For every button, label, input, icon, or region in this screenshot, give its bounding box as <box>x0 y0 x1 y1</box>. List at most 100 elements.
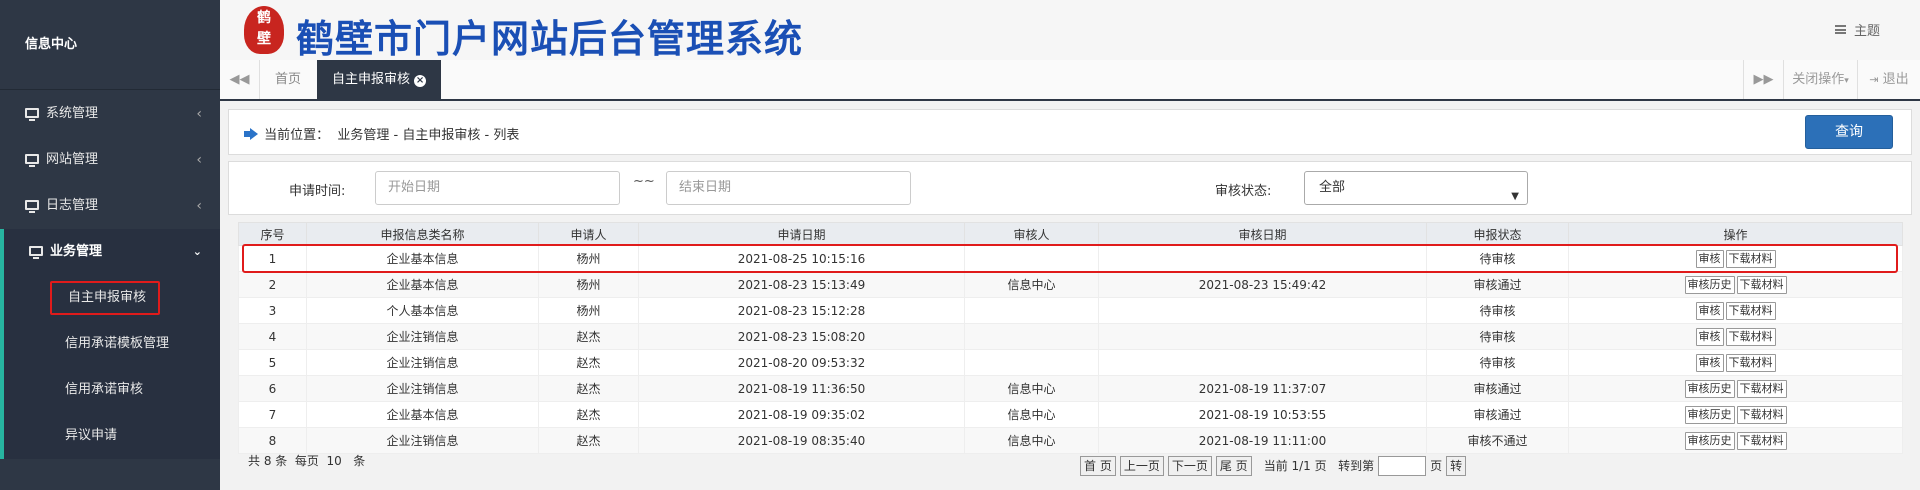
cell-no: 4 <box>238 323 307 350</box>
theme-label: 主题 <box>1853 24 1880 39</box>
monitor-icon <box>25 108 39 121</box>
filter-panel: 申请时间: 开始日期 ~~ 结束日期 审核状态: 全部 ▼ <box>228 161 1912 215</box>
chevron-down-icon: ⌄ <box>192 245 202 258</box>
cell-name: 企业注销信息 <box>306 323 539 350</box>
cell-reviewer <box>964 349 1099 376</box>
download-materials-button[interactable]: 下载材料 <box>1736 379 1787 398</box>
cell-applicant: 杨州 <box>538 245 639 272</box>
sidebar-item-label: 日志管理 <box>46 198 99 213</box>
sidebar-item-label: 网站管理 <box>46 152 99 167</box>
review-button[interactable]: 审核 <box>1695 327 1724 346</box>
cell-review-date: 2021-08-19 11:37:07 <box>1098 375 1427 402</box>
cell-apply-date: 2021-08-25 10:15:16 <box>638 245 965 272</box>
download-materials-button[interactable]: 下载材料 <box>1736 405 1787 424</box>
col-header: 申报状态 <box>1426 222 1569 246</box>
page-jump-input[interactable] <box>1378 456 1427 476</box>
cell-name: 企业基本信息 <box>306 401 539 428</box>
go-button[interactable]: 转 <box>1446 456 1467 476</box>
cell-review-date <box>1098 297 1427 324</box>
col-header: 序号 <box>238 222 307 246</box>
review-button[interactable]: 审核 <box>1695 249 1724 268</box>
review-button[interactable]: 审核 <box>1695 301 1724 320</box>
chevron-down-icon: ▼ <box>1511 191 1519 202</box>
chevron-left-icon: ‹ <box>196 106 202 122</box>
first-page-button[interactable]: 首 页 <box>1080 456 1116 476</box>
cell-apply-date: 2021-08-19 11:36:50 <box>638 375 965 402</box>
backward-icon: ◀◀ <box>229 72 250 87</box>
cell-applicant: 赵杰 <box>538 349 639 376</box>
cell-reviewer: 信息中心 <box>964 401 1099 428</box>
cell-actions: 审核 下载材料 <box>1568 349 1903 376</box>
cell-no: 2 <box>238 271 307 298</box>
download-materials-button[interactable]: 下载材料 <box>1725 353 1776 372</box>
tab-bar: ◀◀ 首页 自主申报审核 × ▶▶ 关闭操作▾ ⇥ 退出 <box>220 60 1920 101</box>
status-select[interactable]: 全部 ▼ <box>1304 171 1528 205</box>
close-icon[interactable]: × <box>414 75 427 87</box>
sidebar-item-business[interactable]: 业务管理 ⌄ <box>0 229 220 275</box>
header: 鹤壁 鹤壁市门户网站后台管理系统 主题 <box>220 0 1920 61</box>
prev-page-button[interactable]: 上一页 <box>1119 456 1164 476</box>
breadcrumb-text: 当前位置： 业务管理 - 自主申报审核 - 列表 <box>264 128 520 143</box>
close-ops-dropdown[interactable]: 关闭操作▾ <box>1783 60 1857 99</box>
download-materials-button[interactable]: 下载材料 <box>1725 327 1776 346</box>
review-history-button[interactable]: 审核历史 <box>1684 405 1735 424</box>
cell-status: 审核通过 <box>1426 401 1569 428</box>
cell-actions: 审核 下载材料 <box>1568 297 1903 324</box>
review-history-button[interactable]: 审核历史 <box>1684 379 1735 398</box>
table-row: 2 企业基本信息 杨州 2021-08-23 15:13:49 信息中心 2021-08-… <box>238 271 1903 298</box>
table-row: 1 企业基本信息 杨州 2021-08-25 10:15:16 待审核 审核 下载材料 <box>238 245 1903 272</box>
sidebar-subitem-self-declare-review[interactable]: 自主申报审核 <box>4 275 220 321</box>
monitor-icon <box>25 200 39 213</box>
cell-review-date: 2021-08-19 10:53:55 <box>1098 401 1427 428</box>
site-title: 鹤壁市门户网站后台管理系统 <box>296 17 804 61</box>
tab-self-declare-review[interactable]: 自主申报审核 × <box>317 60 442 99</box>
sidebar-subitem-label: 信用承诺模板管理 <box>65 336 170 351</box>
cell-no: 1 <box>238 245 307 272</box>
cell-status: 待审核 <box>1426 297 1569 324</box>
next-page-button[interactable]: 下一页 <box>1167 456 1212 476</box>
breadcrumb: 当前位置： 业务管理 - 自主申报审核 - 列表 <box>244 124 519 143</box>
download-materials-button[interactable]: 下载材料 <box>1725 301 1776 320</box>
cell-name: 企业注销信息 <box>306 375 539 402</box>
cell-actions: 审核历史 下载材料 <box>1568 375 1903 402</box>
query-button[interactable]: 查询 <box>1805 115 1893 149</box>
caret-down-icon: ▾ <box>1844 76 1849 86</box>
cell-reviewer <box>964 297 1099 324</box>
cell-apply-date: 2021-08-23 15:08:20 <box>638 323 965 350</box>
tab-scroll-left-button[interactable]: ◀◀ <box>220 60 260 99</box>
close-ops-label: 关闭操作 <box>1792 72 1845 87</box>
sidebar-subitem-credit-template[interactable]: 信用承诺模板管理 <box>4 321 220 367</box>
sidebar: 信息中心 系统管理 ‹ 网站管理 ‹ 日志管理 ‹ 业务管理 ⌄ 自主申报审核 … <box>0 0 220 490</box>
sidebar-submenu: 自主申报审核 信用承诺模板管理 信用承诺审核 异议申请 <box>0 275 220 459</box>
review-table: 序号 申报信息类名称 申请人 申请日期 审核人 审核日期 申报状态 操作 1 企业… <box>238 222 1903 454</box>
review-history-button[interactable]: 审核历史 <box>1684 275 1735 294</box>
sidebar-item-website[interactable]: 网站管理 ‹ <box>0 137 220 183</box>
download-materials-button[interactable]: 下载材料 <box>1736 275 1787 294</box>
review-button[interactable]: 审核 <box>1695 353 1724 372</box>
cell-reviewer: 信息中心 <box>964 427 1099 454</box>
sidebar-subitem-label: 信用承诺审核 <box>65 382 144 397</box>
cell-name: 企业基本信息 <box>306 245 539 272</box>
logout-button[interactable]: ⇥ 退出 <box>1857 60 1920 99</box>
sidebar-item-system[interactable]: 系统管理 ‹ <box>0 91 220 137</box>
chevron-left-icon: ‹ <box>196 152 202 168</box>
sidebar-item-log[interactable]: 日志管理 ‹ <box>0 183 220 229</box>
sidebar-subitem-objection[interactable]: 异议申请 <box>4 413 220 459</box>
download-materials-button[interactable]: 下载材料 <box>1725 249 1776 268</box>
start-date-input[interactable]: 开始日期 <box>375 171 620 205</box>
sidebar-subitem-credit-review[interactable]: 信用承诺审核 <box>4 367 220 413</box>
logo-text: 鹤壁 <box>257 10 271 47</box>
cell-status: 审核通过 <box>1426 375 1569 402</box>
last-page-button[interactable]: 尾 页 <box>1215 456 1252 476</box>
date-label: 申请时间: <box>289 184 346 199</box>
forward-icon: ▶▶ <box>1753 72 1774 87</box>
cell-name: 企业基本信息 <box>306 271 539 298</box>
download-materials-button[interactable]: 下载材料 <box>1736 431 1787 450</box>
cell-applicant: 杨州 <box>538 297 639 324</box>
cell-apply-date: 2021-08-19 08:35:40 <box>638 427 965 454</box>
tab-home[interactable]: 首页 <box>260 60 316 99</box>
review-history-button[interactable]: 审核历史 <box>1684 431 1735 450</box>
tab-scroll-right-button[interactable]: ▶▶ <box>1743 60 1783 99</box>
end-date-input[interactable]: 结束日期 <box>666 171 911 205</box>
theme-button[interactable]: 主题 <box>1834 20 1880 39</box>
